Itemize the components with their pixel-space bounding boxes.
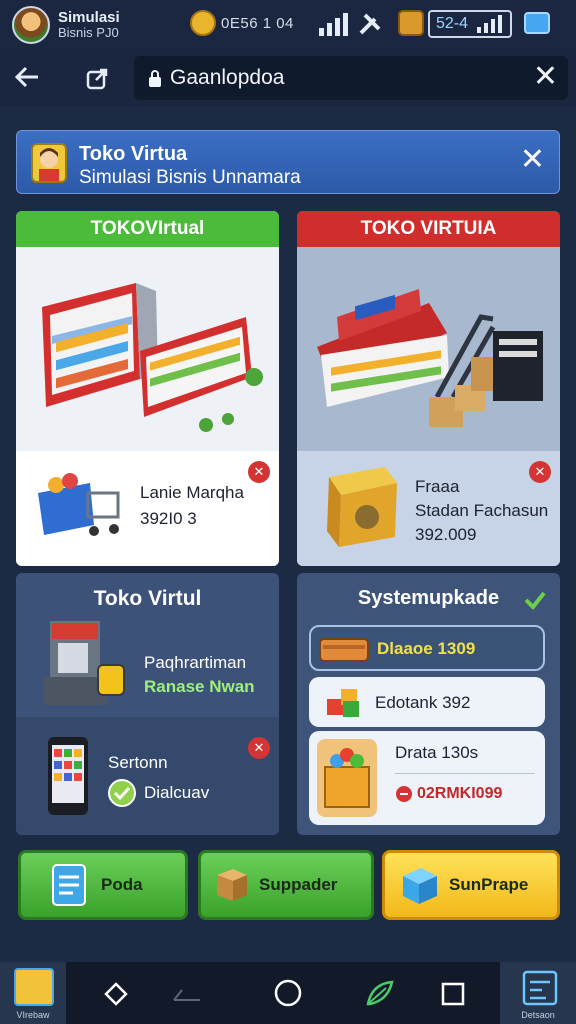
status-app-sub: Bisnis PJ0 (58, 25, 119, 40)
sunprape-label: SunPrape (449, 875, 529, 894)
row-line-highlight: Ranase Nwan (144, 677, 255, 696)
cube-icon (403, 868, 437, 904)
url-text: Gaanlopdoa (170, 66, 285, 89)
battery-text: 52-4 (436, 15, 469, 32)
store-warehouse-illustration (297, 247, 560, 451)
screen-status-icon (524, 12, 550, 34)
upgrade-label: Drata 130s (395, 743, 479, 762)
gift-box-icon (317, 739, 377, 817)
row-panel: Sertonn Dialcuav ✕ (16, 717, 279, 835)
trophy-icon (14, 968, 54, 1006)
supplier-button[interactable]: Suppader (198, 850, 374, 920)
toolbox-icon (319, 638, 369, 662)
card-title: Toko Virtul (93, 587, 202, 610)
signal-icon (319, 13, 348, 36)
item-value: 392.009 (415, 525, 477, 544)
dashboard-icon (522, 970, 558, 1006)
nav-app-right[interactable]: Detsaon (500, 962, 576, 1024)
banner-subtitle: Simulasi Bisnis Unnamara (79, 167, 301, 188)
row-line: Paqhrartiman (144, 653, 247, 672)
nav-left-label: VIrebaw (16, 1010, 50, 1020)
nav-right-label: Detsaon (521, 1010, 555, 1020)
supplier-label: Suppader (259, 875, 338, 894)
card-item-area: Lanie Marqha 392I0 3 ✕ (16, 451, 279, 566)
status-bar: Simulasi Bisnis PJ0 0E56 1 04 52-4 (0, 0, 576, 50)
banner-title: Toko Virtua (79, 143, 188, 165)
back-button[interactable] (12, 62, 46, 94)
open-tab-button[interactable] (84, 64, 112, 92)
diamond-icon[interactable] (104, 982, 128, 1006)
arrow-left-icon (14, 66, 38, 88)
divider (395, 773, 535, 774)
item-value: 392I0 3 (140, 509, 197, 528)
package-box-icon (217, 869, 247, 901)
card-title: TOKOVIrtual (16, 211, 279, 247)
blocks-icon (327, 689, 359, 717)
upgrade-row[interactable]: Dlaaoe 1309 (309, 625, 545, 671)
upgrade-label: Edotank 392 (375, 693, 471, 712)
store-card-red[interactable]: TOKO VIRTUIA Fraaa Stadan Fachasun 392.0… (297, 211, 560, 566)
crate-box-icon (327, 467, 397, 547)
upgrade-label: Dlaaoe 1309 (377, 639, 476, 658)
info-banner: Toko Virtua Simulasi Bisnis Unnamara ✕ (16, 130, 560, 194)
card-title: Systemupkade (357, 587, 500, 609)
leaf-icon[interactable] (364, 978, 396, 1008)
home-circle-icon[interactable] (273, 978, 303, 1008)
battery-indicator: 52-4 (428, 10, 512, 38)
coin-icon (190, 10, 216, 36)
store-shelves-illustration (16, 247, 279, 451)
browser-toolbar: Gaanlopdoa ✕ (0, 50, 576, 106)
coin-value: 0E56 1 04 (221, 15, 294, 32)
toko-virtual-card[interactable]: Toko Virtul Paqhrartiman Ranase Nwan Ser… (16, 573, 279, 835)
app-avatar-icon (12, 6, 50, 44)
upgrade-sub: 02RMKI099 (417, 785, 503, 802)
smartphone-icon (48, 737, 88, 815)
tools-icon (359, 13, 381, 35)
system-navigation-bar: VIrebaw Detsaon (0, 962, 576, 1024)
poda-button[interactable]: Poda (18, 850, 188, 920)
system-upgrade-card[interactable]: Systemupkade Dlaaoe 1309 Edotank 392 Dra… (297, 573, 560, 835)
upgrade-row[interactable]: Drata 130s 02RMKI099 (309, 731, 545, 825)
lock-icon (149, 70, 161, 87)
kiosk-machine-icon (44, 621, 125, 705)
card-title: TOKO VIRTUIA (297, 211, 560, 247)
recents-square-icon[interactable] (441, 982, 465, 1006)
treasure-chest-icon (398, 10, 424, 36)
poda-label: Poda (101, 875, 143, 894)
upgrade-row[interactable]: Edotank 392 (309, 677, 545, 727)
alert-dot-icon (396, 786, 412, 802)
banner-close-button[interactable]: ✕ (520, 145, 545, 175)
status-app-label: Simulasi Bisnis PJ0 (58, 10, 120, 40)
wifi-bars-icon (477, 15, 503, 33)
shopping-basket-icon (38, 473, 120, 536)
row-line: Sertonn (108, 753, 168, 772)
check-circle-icon (108, 779, 136, 807)
store-card-green[interactable]: TOKOVIrtual Lanie Marqha 392I0 3 ✕ (16, 211, 279, 566)
url-bar[interactable]: Gaanlopdoa ✕ (134, 56, 568, 100)
remove-badge-icon[interactable]: ✕ (248, 737, 270, 759)
document-icon (52, 864, 86, 906)
card-item-area: Fraaa Stadan Fachasun 392.009 ✕ (297, 451, 560, 566)
item-subtitle: Stadan Fachasun (415, 501, 549, 520)
item-name: Fraaa (415, 477, 460, 496)
checkmark-icon (524, 591, 546, 611)
remove-badge-icon[interactable]: ✕ (248, 461, 270, 483)
status-app-name: Simulasi (58, 9, 120, 26)
character-avatar-icon (31, 143, 67, 183)
row-line: Dialcuav (144, 783, 210, 802)
sunprape-button[interactable]: SunPrape (382, 850, 560, 920)
remove-badge-icon[interactable]: ✕ (529, 461, 551, 483)
close-icon[interactable]: ✕ (533, 62, 558, 92)
nav-app-left[interactable]: VIrebaw (0, 962, 66, 1024)
back-nav-icon[interactable] (170, 982, 202, 1006)
item-name: Lanie Marqha (140, 483, 244, 502)
